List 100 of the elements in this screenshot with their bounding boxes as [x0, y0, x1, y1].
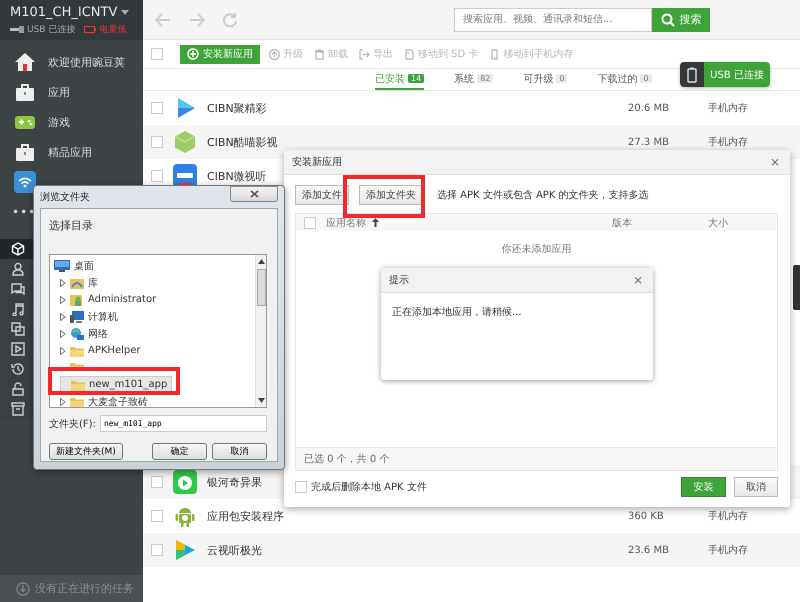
cancel-button[interactable]: 取消 [212, 443, 267, 460]
column-header[interactable]: 版本 [612, 216, 632, 230]
wifi-icon [14, 171, 36, 193]
expand-arrow-icon[interactable] [60, 398, 66, 406]
tab[interactable]: 下载过的 0 [597, 69, 652, 90]
phone-icon [687, 66, 697, 82]
panel-handle[interactable] [793, 265, 800, 310]
add-folder-button[interactable]: 添加文件夹 [359, 185, 423, 205]
monitor-icon [54, 260, 70, 272]
column-header[interactable]: 应用名称 [326, 216, 366, 230]
install-location: 手机内存 [708, 544, 749, 557]
app-name: CIBN微视听 [207, 168, 267, 184]
tab[interactable]: 系统 82 [454, 69, 494, 90]
dialog-title: 浏览文件夹 [40, 190, 90, 204]
task-status: 没有正在进行的任务 [35, 581, 134, 596]
plus-circle-icon [187, 48, 199, 60]
row-checkbox[interactable] [151, 510, 163, 522]
close-icon [250, 190, 258, 198]
row-checkbox[interactable] [151, 476, 163, 488]
app-name: CIBN酷喵影视 [207, 134, 278, 150]
app-icon [173, 470, 197, 494]
checkbox-label: 完成后删除本地 APK 文件 [311, 480, 427, 494]
computer-icon [70, 310, 84, 322]
prompt-text: 选择目录 [49, 219, 93, 232]
app-size: 23.6 MB [628, 544, 670, 556]
select-all-checkbox[interactable] [151, 48, 163, 60]
close-button[interactable]: × [770, 155, 780, 169]
app-size: 27.3 MB [628, 136, 670, 148]
usb-icon [10, 26, 24, 33]
app-name: 云视听极光 [207, 542, 262, 558]
folder-field[interactable]: new_m101_app [100, 415, 267, 432]
install-location: 手机内存 [708, 136, 749, 149]
app-size: 360 KB [628, 510, 665, 522]
library-icon [70, 276, 84, 288]
app-icon [173, 538, 197, 562]
briefcase-icon [14, 142, 36, 162]
sidebar-item[interactable]: 精品应用 [0, 137, 143, 167]
battery-icon [84, 26, 96, 33]
column-header[interactable]: 大小 [708, 216, 728, 230]
dialog-title: 提示 [389, 274, 409, 287]
export-icon [359, 48, 370, 60]
sidebar-item[interactable]: 游戏 [0, 107, 143, 137]
download-icon [16, 582, 30, 596]
instruction-text: 选择 APK 文件或包含 APK 的文件夹，支持多选 [437, 188, 649, 202]
dialog-title: 安装新应用 [292, 156, 342, 169]
tree-item[interactable]: 库 [60, 274, 102, 291]
add-file-button[interactable]: 添加文件 [295, 185, 349, 205]
expand-arrow-icon[interactable] [60, 296, 66, 304]
cancel-button[interactable]: 取消 [734, 477, 778, 497]
tree-item[interactable]: 计算机 [60, 308, 122, 325]
tree-item[interactable]: 桌面 [54, 257, 98, 274]
folder-icon [70, 344, 84, 356]
search-field[interactable]: 搜索应用、视频、通讯录和短信... [454, 8, 652, 32]
expand-arrow-icon[interactable] [60, 330, 66, 338]
tree-item[interactable]: 网络 [60, 325, 112, 342]
sidebar-item[interactable]: 欢迎使用豌豆荚 [0, 47, 143, 77]
field-label: 文件夹(F): [49, 418, 96, 430]
selection-summary: 已选 0 个，共 0 个 [304, 452, 390, 466]
close-button[interactable]: × [632, 273, 643, 287]
row-checkbox[interactable] [151, 544, 163, 556]
sidebar-item[interactable]: 应用 [0, 77, 143, 107]
briefcase-icon [14, 82, 36, 102]
close-button[interactable] [230, 186, 278, 202]
new-folder-button[interactable]: 新建文件夹(M) [49, 443, 123, 460]
app-name: 应用包安装程序 [207, 508, 284, 524]
scroll-down-icon[interactable] [258, 398, 264, 403]
trash-icon [314, 48, 325, 60]
ok-button[interactable]: 确定 [152, 443, 207, 460]
app-name: CIBN聚精彩 [207, 100, 267, 116]
folder-icon [70, 396, 84, 407]
delete-apk-checkbox[interactable] [295, 481, 307, 493]
scrollbar[interactable] [255, 255, 266, 407]
phone-icon [489, 48, 500, 60]
device-name[interactable]: M101_CH_ICNTV [10, 5, 118, 20]
tree-item[interactable]: APKHelper [60, 342, 144, 359]
progress-message: 正在添加本地应用，请稍候... [392, 307, 522, 318]
battery-status: 电量低 [99, 24, 126, 36]
expand-arrow-icon[interactable] [60, 346, 66, 354]
sort-arrow-icon[interactable] [372, 218, 379, 227]
row-checkbox[interactable] [151, 136, 163, 148]
app-name: 银河奇异果 [207, 474, 262, 490]
row-checkbox[interactable] [151, 102, 163, 114]
tree-item[interactable]: 大麦盒子致砖 [60, 393, 152, 407]
expand-arrow-icon[interactable] [60, 312, 66, 320]
cube-icon[interactable] [0, 239, 35, 259]
row-checkbox[interactable] [151, 170, 163, 182]
caret-icon[interactable] [121, 10, 130, 15]
install-location: 手机内存 [708, 102, 749, 115]
expand-arrow-icon[interactable] [60, 278, 66, 286]
sd-card-icon [404, 48, 415, 60]
scroll-thumb[interactable] [256, 269, 266, 306]
tree-item[interactable]: Administrator [60, 291, 160, 308]
search-icon [660, 12, 674, 26]
header-checkbox[interactable] [304, 216, 316, 228]
app-size: 20.6 MB [628, 102, 670, 114]
install-location: 手机内存 [708, 510, 749, 523]
scroll-up-icon[interactable] [258, 259, 264, 264]
empty-message: 你还未添加应用 [502, 244, 572, 255]
tab[interactable]: 可升级 0 [523, 69, 568, 90]
folder-icon [71, 378, 85, 390]
